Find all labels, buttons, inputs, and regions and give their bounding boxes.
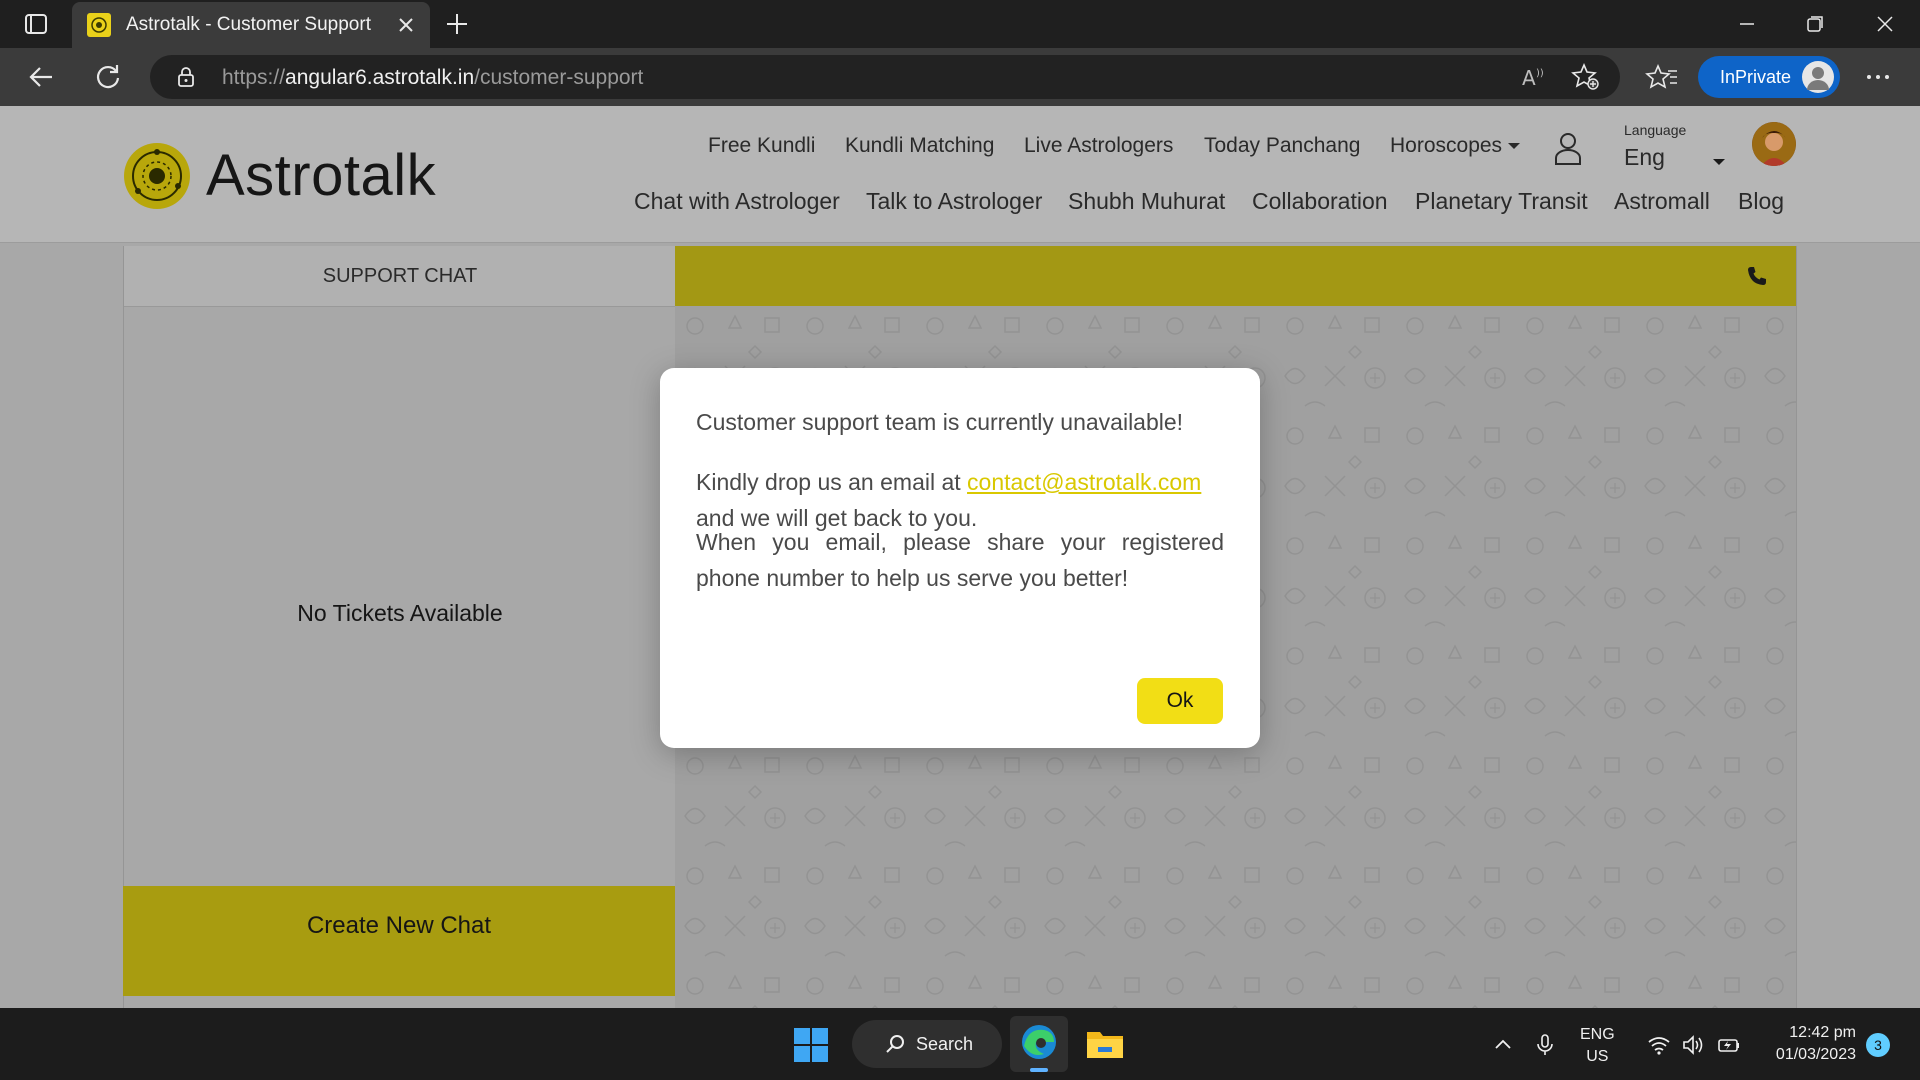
- ok-button[interactable]: Ok: [1137, 678, 1223, 724]
- search-icon: [886, 1035, 904, 1053]
- url-host: angular6.astrotalk.in: [285, 66, 475, 89]
- more-options-icon[interactable]: [1860, 59, 1896, 95]
- nav-kundli-matching[interactable]: Kundli Matching: [845, 134, 994, 158]
- language-caption: Language: [1624, 122, 1687, 138]
- dialog-email-prefix: Kindly drop us an email at: [696, 469, 968, 495]
- phone-call-icon[interactable]: [1745, 264, 1769, 288]
- address-bar[interactable]: https://angular6.astrotalk.in/customer-s…: [150, 55, 1620, 99]
- dialog-unavailable-text: Customer support team is currently unava…: [696, 409, 1184, 435]
- nav-horoscopes[interactable]: Horoscopes: [1390, 134, 1521, 158]
- browser-tab-bar: Astrotalk - Customer Support: [0, 0, 1920, 48]
- windows-taskbar: Search ENG US 12:42 pm 01/03/2023 3: [0, 1008, 1920, 1080]
- astrotalk-logo-text[interactable]: Astrotalk: [206, 142, 436, 209]
- browser-toolbar: https://angular6.astrotalk.in/customer-s…: [0, 48, 1920, 106]
- wifi-icon[interactable]: [1646, 1032, 1672, 1058]
- user-login-icon[interactable]: [1552, 130, 1584, 166]
- nav-collaboration[interactable]: Collaboration: [1252, 188, 1388, 215]
- language-select[interactable]: Eng: [1624, 144, 1665, 171]
- lang-line-1: ENG: [1580, 1026, 1615, 1043]
- tab-actions-icon[interactable]: [18, 10, 52, 38]
- nav-free-kundli[interactable]: Free Kundli: [708, 134, 815, 158]
- support-chat-header: SUPPORT CHAT: [124, 246, 676, 307]
- inprivate-button[interactable]: InPrivate: [1698, 56, 1840, 98]
- clock-time: 12:42 pm: [1789, 1024, 1856, 1041]
- support-chat-title: SUPPORT CHAT: [322, 265, 478, 287]
- nav-live-astrologers[interactable]: Live Astrologers: [1024, 134, 1173, 158]
- site-header: Astrotalk Free Kundli Kundli Matching Li…: [0, 106, 1920, 243]
- favorites-icon[interactable]: [1644, 59, 1680, 95]
- create-new-chat-label: Create New Chat: [306, 912, 492, 939]
- file-explorer-taskbar-icon[interactable]: [1084, 1022, 1126, 1064]
- nav-shubh-muhurat[interactable]: Shubh Muhurat: [1068, 188, 1225, 215]
- add-favorite-icon[interactable]: [1568, 59, 1604, 95]
- input-language-indicator[interactable]: ENG US: [1580, 1024, 1615, 1068]
- astrotalk-favicon-icon: [87, 13, 111, 37]
- support-email-link[interactable]: contact@astrotalk.com: [967, 469, 1201, 495]
- taskbar-search-button[interactable]: Search: [852, 1020, 1002, 1068]
- notification-count-badge[interactable]: 3: [1866, 1033, 1890, 1057]
- no-tickets-message: No Tickets Available: [297, 600, 503, 626]
- tab-close-icon[interactable]: [394, 13, 418, 37]
- svg-text:A: A: [1522, 66, 1536, 90]
- taskbar-clock[interactable]: 12:42 pm 01/03/2023: [1762, 1022, 1856, 1066]
- tab-title: Astrotalk - Customer Support: [126, 14, 371, 35]
- new-tab-plus-icon[interactable]: [442, 10, 472, 38]
- windows-start-icon[interactable]: [792, 1026, 830, 1064]
- clock-date: 01/03/2023: [1775, 1046, 1856, 1063]
- edge-browser-taskbar-icon[interactable]: [1010, 1016, 1068, 1072]
- restore-window-icon[interactable]: [1792, 8, 1838, 40]
- inprivate-avatar-icon: [1802, 61, 1834, 93]
- nav-chat-with-astrologer[interactable]: Chat with Astrologer: [634, 188, 840, 215]
- horoscopes-caret-icon: [1508, 143, 1521, 150]
- taskbar-search-label: Search: [916, 1034, 974, 1054]
- show-hidden-icons-chevron-icon[interactable]: [1490, 1032, 1516, 1058]
- browser-tab-active[interactable]: Astrotalk - Customer Support: [72, 2, 430, 48]
- close-window-icon[interactable]: [1862, 8, 1908, 40]
- dialog-phone-note: When you email, please share your regist…: [696, 529, 1224, 591]
- astrotalk-logo-icon[interactable]: [122, 141, 192, 211]
- lang-line-2: US: [1586, 1048, 1609, 1065]
- microphone-icon[interactable]: [1532, 1032, 1558, 1058]
- nav-talk-to-astrologer[interactable]: Talk to Astrologer: [866, 188, 1042, 215]
- nav-blog[interactable]: Blog: [1738, 188, 1784, 215]
- inprivate-label: InPrivate: [1720, 67, 1792, 87]
- profile-avatar[interactable]: [1752, 122, 1796, 166]
- svg-text:)): )): [1536, 68, 1544, 79]
- language-dropdown-arrow-icon[interactable]: [1712, 154, 1726, 165]
- active-app-indicator: [1030, 1068, 1048, 1072]
- back-arrow-icon[interactable]: [24, 59, 60, 95]
- lock-icon[interactable]: [174, 65, 198, 89]
- url-scheme: https://: [222, 66, 286, 89]
- nav-astromall[interactable]: Astromall: [1614, 188, 1710, 215]
- read-aloud-icon[interactable]: A)): [1516, 59, 1552, 95]
- battery-charging-icon[interactable]: [1716, 1032, 1742, 1058]
- minimize-window-icon[interactable]: [1724, 8, 1770, 40]
- refresh-icon[interactable]: [90, 59, 126, 95]
- url-path: /customer-support: [474, 66, 644, 89]
- volume-icon[interactable]: [1680, 1032, 1706, 1058]
- nav-planetary-transit[interactable]: Planetary Transit: [1415, 188, 1588, 215]
- url-text[interactable]: https://angular6.astrotalk.in/customer-s…: [222, 66, 643, 90]
- nav-horoscopes-label: Horoscopes: [1390, 134, 1503, 157]
- support-unavailable-dialog: Customer support team is currently unava…: [660, 368, 1260, 748]
- create-new-chat-button[interactable]: Create New Chat: [123, 886, 675, 996]
- nav-today-panchang[interactable]: Today Panchang: [1204, 134, 1360, 158]
- chat-top-bar: [675, 246, 1796, 306]
